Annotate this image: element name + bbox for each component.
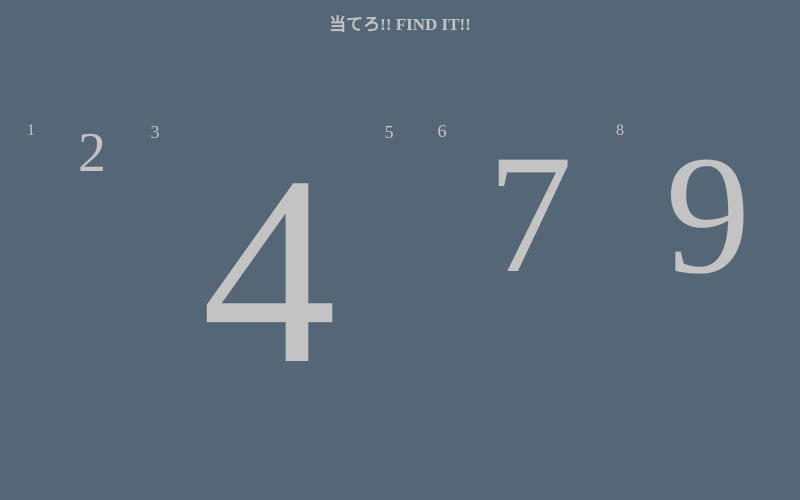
number-3[interactable]: 3: [151, 123, 160, 141]
number-6[interactable]: 6: [438, 122, 447, 140]
number-8[interactable]: 8: [616, 123, 624, 139]
game-title: 当てろ!! FIND IT!!: [329, 15, 471, 34]
number-9[interactable]: 9: [666, 130, 751, 300]
game-board: 当てろ!! FIND IT!! 1 2 3 4 5 6 7 8 9: [0, 0, 800, 500]
number-5[interactable]: 5: [385, 123, 394, 141]
number-2[interactable]: 2: [78, 125, 106, 181]
number-1[interactable]: 1: [27, 123, 35, 139]
number-4[interactable]: 4: [202, 136, 337, 406]
number-7[interactable]: 7: [488, 129, 573, 299]
